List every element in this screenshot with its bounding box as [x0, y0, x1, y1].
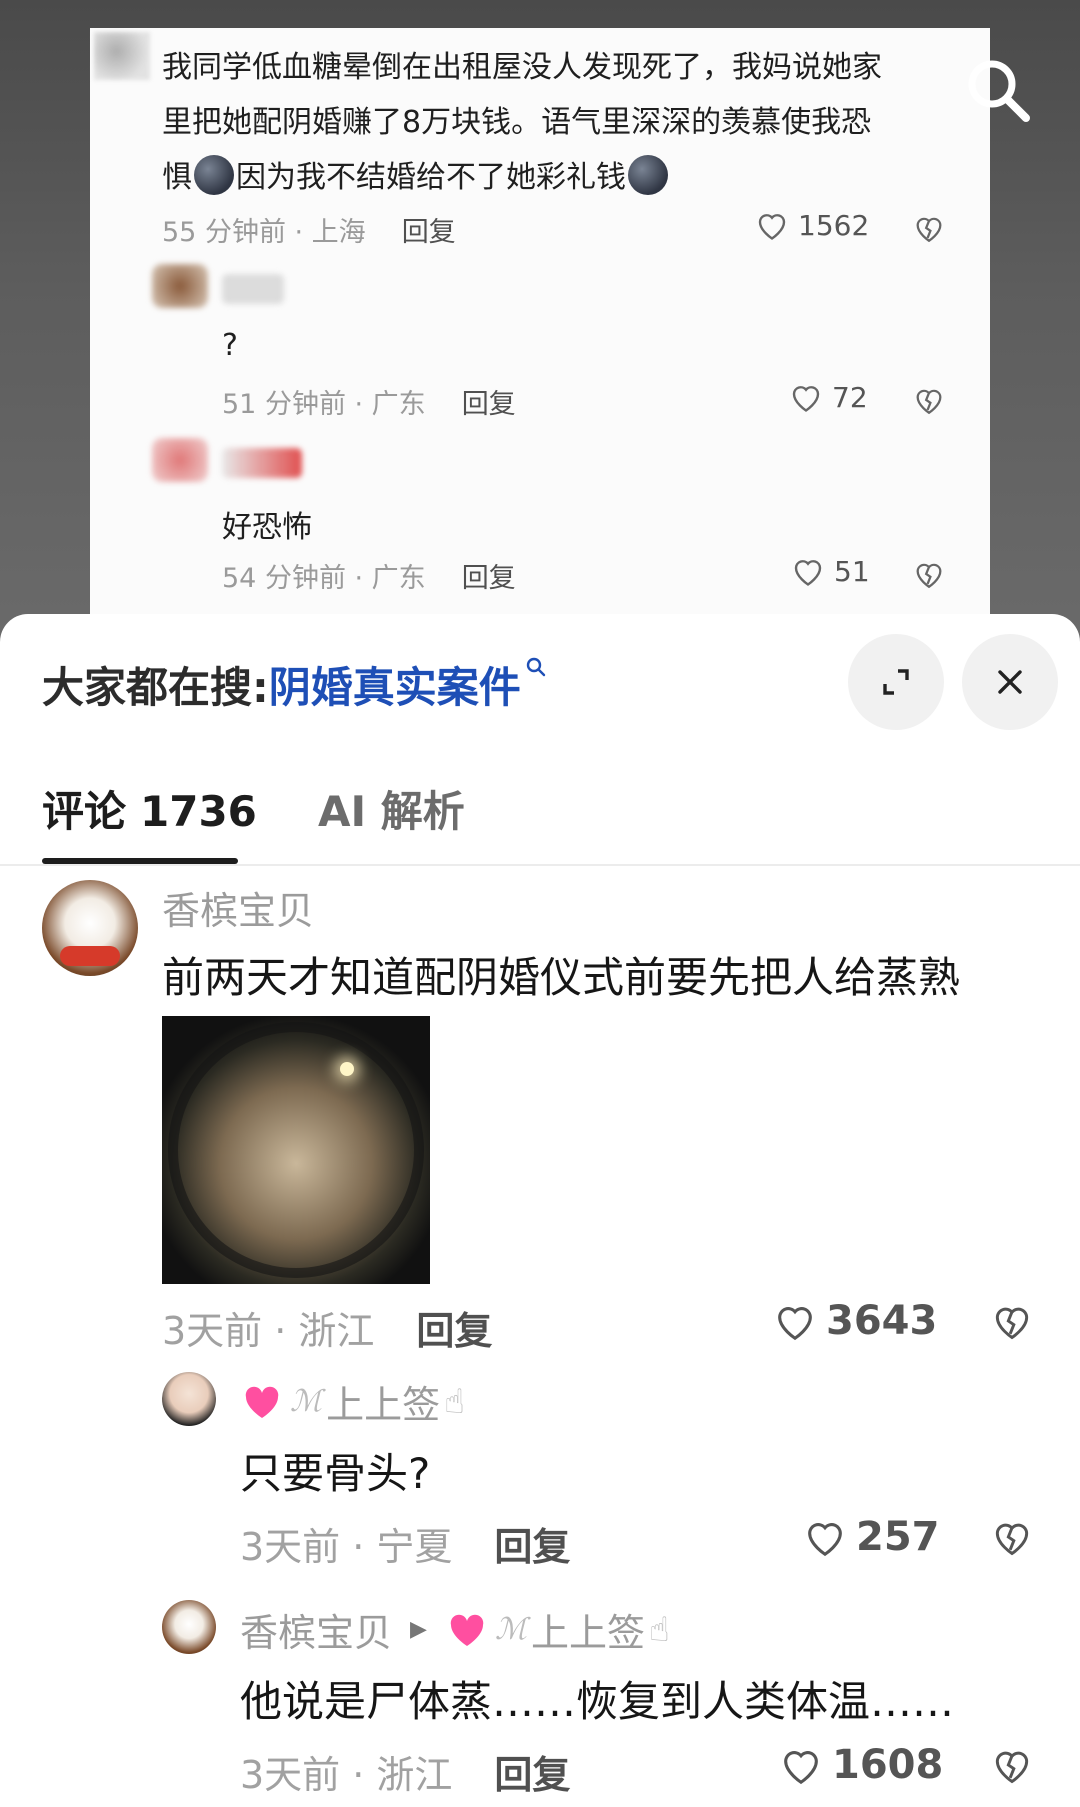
comment-meta: 3天前 · 浙江 回复 — [240, 1744, 570, 1799]
original-like: 1562 — [754, 208, 869, 242]
hot-search-term[interactable]: 阴婚真实案件 — [269, 654, 521, 715]
comment-line: 里把她配阴婚赚了8万块钱。语气里深深的羡慕使我恐 — [162, 105, 872, 140]
reply-like: 72 — [788, 380, 868, 414]
heart-icon — [758, 214, 786, 240]
commenter-name-text: 上上签 — [326, 1383, 441, 1427]
active-tab-indicator — [42, 858, 238, 864]
like-count: 51 — [834, 554, 870, 588]
broken-heart-icon[interactable] — [990, 1300, 1034, 1342]
search-icon — [526, 657, 546, 677]
commenter-name[interactable]: ℳ 上上签 ☝ — [240, 1374, 465, 1429]
like-count: 1608 — [832, 1742, 944, 1788]
comment-text: 前两天才知道配阴婚仪式前要先把人给蒸熟 — [162, 953, 961, 1002]
reply-label: 回复 — [461, 389, 516, 420]
comment-count: 1736 — [140, 787, 257, 836]
image-light — [340, 1062, 354, 1076]
reply-text: ? — [222, 328, 238, 363]
background-video: 我同学低血糖晕倒在出租屋没人发现死了，我妈说她家 里把她配阴婚赚了8万块钱。语气… — [0, 0, 1080, 640]
heart-icon — [778, 1307, 812, 1341]
like-button[interactable]: 1608 — [778, 1742, 943, 1788]
timestamp-location: 51 分钟前 · 广东 — [222, 389, 426, 420]
close-icon — [998, 670, 1022, 694]
original-meta: 55 分钟前 · 上海 回复 — [162, 210, 456, 249]
finger-icon: ☝ — [444, 1381, 465, 1422]
broken-heart-icon — [916, 389, 942, 415]
comment-fragment: 惧 — [162, 160, 192, 195]
comment-tabs: 评论 1736 AI 解析 — [0, 754, 1080, 866]
comment-fragment: 因为我不结婚给不了她彩礼钱 — [236, 160, 626, 195]
heart-badge-icon — [245, 1386, 279, 1418]
reply-button[interactable]: 回复 — [494, 1525, 570, 1569]
comment-line: 惧 因为我不结婚给不了她彩礼钱 — [162, 150, 932, 205]
original-comment-text: 我同学低血糖晕倒在出租屋没人发现死了，我妈说她家 里把她配阴婚赚了8万块钱。语气… — [162, 40, 932, 205]
blurred-avatar — [152, 264, 208, 308]
like-button[interactable]: 257 — [802, 1514, 940, 1560]
finger-icon: ☝ — [649, 1609, 670, 1650]
expand-icon — [883, 669, 909, 695]
comment-text: 只要骨头? — [240, 1449, 431, 1498]
tab-comments[interactable]: 评论 1736 — [42, 778, 257, 839]
like-count: 3643 — [826, 1298, 938, 1344]
broken-heart-icon[interactable] — [990, 1744, 1034, 1786]
avatar[interactable] — [162, 1372, 216, 1426]
broken-heart-icon — [916, 217, 942, 243]
comment-line: 我同学低血糖晕倒在出租屋没人发现死了，我妈说她家 — [162, 50, 882, 85]
close-button[interactable] — [962, 634, 1058, 730]
broken-heart-icon[interactable] — [990, 1516, 1034, 1558]
script-m-glyph: ℳ — [494, 1612, 528, 1647]
image-vignette — [168, 1022, 424, 1278]
moon-emoji-icon — [628, 155, 668, 195]
reply-label: 回复 — [401, 217, 456, 248]
blurred-username — [222, 274, 284, 304]
timestamp-location: 55 分钟前 · 上海 — [162, 217, 366, 248]
heart-badge-icon — [450, 1614, 484, 1646]
comment-text: 他说是尸体蒸……恢复到人类体温…… — [240, 1677, 955, 1726]
timestamp-location: 3天前 · 浙江 — [240, 1753, 453, 1797]
reply-meta: 54 分钟前 · 广东 回复 — [222, 556, 516, 595]
like-count: 257 — [856, 1514, 940, 1560]
embedded-screenshot: 我同学低血糖晕倒在出租屋没人发现死了，我妈说她家 里把她配阴婚赚了8万块钱。语气… — [90, 28, 990, 640]
script-m-glyph: ℳ — [290, 1384, 323, 1419]
comment-meta: 3天前 · 宁夏 回复 — [240, 1516, 570, 1571]
heart-icon — [784, 1751, 818, 1785]
commenter-name[interactable]: 香槟宝贝 — [162, 880, 314, 935]
heart-icon — [794, 560, 822, 586]
commenter-name-text: 香槟宝贝 — [240, 1611, 393, 1655]
reply-target-name: 上上签 — [531, 1611, 646, 1655]
hot-search-banner[interactable]: 大家都在搜: 阴婚真实案件 — [42, 654, 547, 715]
reply-label: 回复 — [461, 563, 516, 594]
avatar[interactable] — [162, 1600, 216, 1654]
avatar-scarf — [60, 946, 120, 966]
blurred-avatar — [94, 32, 150, 80]
reply-like: 51 — [790, 554, 870, 588]
reply-button[interactable]: 回复 — [416, 1309, 492, 1353]
avatar[interactable] — [42, 880, 138, 976]
heart-icon — [808, 1523, 842, 1557]
blurred-username — [222, 448, 302, 478]
timestamp-location: 3天前 · 宁夏 — [240, 1525, 453, 1569]
tab-ai-analysis[interactable]: AI 解析 — [318, 778, 465, 839]
broken-heart-icon — [916, 563, 942, 589]
reply-arrow-icon: ▶ — [410, 1617, 427, 1642]
like-button[interactable]: 3643 — [772, 1298, 937, 1344]
timestamp-location: 3天前 · 浙江 — [162, 1309, 375, 1353]
heart-icon — [792, 386, 820, 412]
commenter-name[interactable]: 香槟宝贝 ▶ ℳ 上上签 ☝ — [240, 1602, 670, 1657]
timestamp-location: 54 分钟前 · 广东 — [222, 563, 426, 594]
reply-text: 好恐怖 — [222, 510, 312, 545]
tab-comments-label: 评论 — [42, 787, 127, 836]
search-icon[interactable] — [962, 54, 1034, 126]
reply-meta: 51 分钟前 · 广东 回复 — [222, 382, 516, 421]
comment-meta: 3天前 · 浙江 回复 — [162, 1300, 492, 1355]
moon-emoji-icon — [194, 155, 234, 195]
comment-image[interactable] — [162, 1016, 430, 1284]
like-count: 1562 — [798, 208, 870, 242]
reply-button[interactable]: 回复 — [494, 1753, 570, 1797]
expand-button[interactable] — [848, 634, 944, 730]
like-count: 72 — [832, 380, 868, 414]
hot-search-label: 大家都在搜: — [42, 663, 269, 712]
blurred-avatar — [152, 438, 208, 482]
